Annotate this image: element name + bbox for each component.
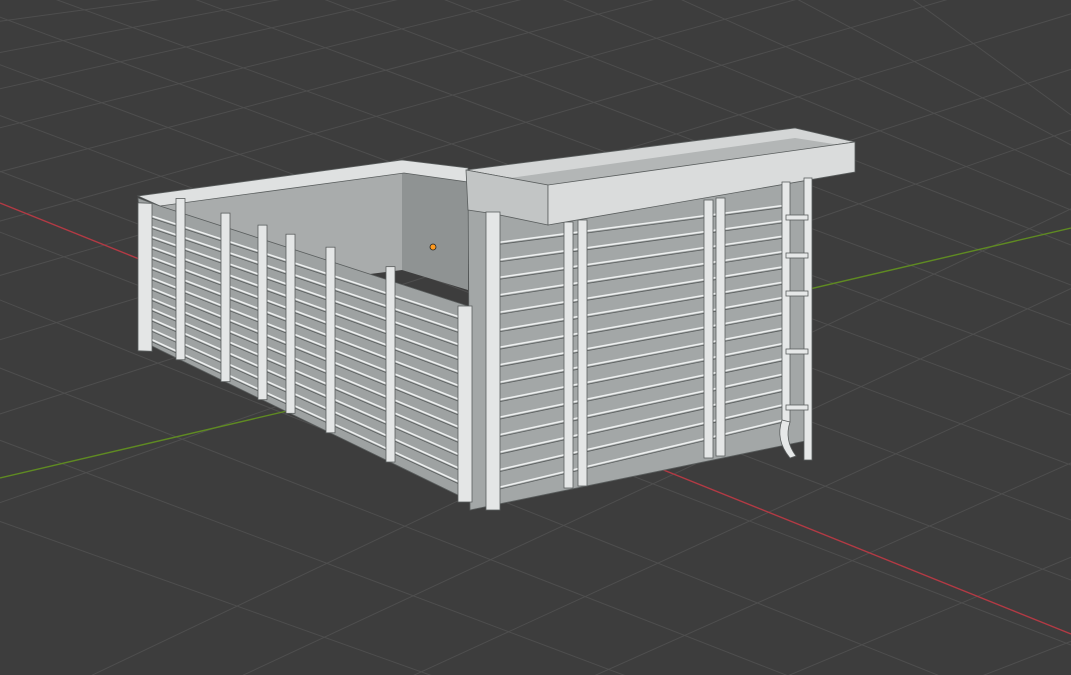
- viewport-canvas[interactable]: [0, 0, 1071, 675]
- object-origin-marker: [429, 243, 437, 251]
- left-rib-post: [220, 212, 231, 383]
- inner-side-wall: [402, 165, 468, 290]
- front-corner-post: [485, 211, 501, 511]
- front-rib-post: [563, 221, 574, 489]
- left-rib-post: [325, 246, 336, 434]
- 3d-viewport[interactable]: [0, 0, 1071, 675]
- left-rib-post: [385, 266, 396, 463]
- front-rib-post: [715, 197, 726, 457]
- left-rib-post: [285, 233, 296, 414]
- left-rib-post: [175, 198, 186, 361]
- left-rib-post: [257, 224, 268, 401]
- rear-left-corner-post: [137, 202, 153, 352]
- front-rib-post: [577, 219, 588, 487]
- front-rib-post: [703, 199, 714, 459]
- front-left-corner-post: [457, 305, 473, 503]
